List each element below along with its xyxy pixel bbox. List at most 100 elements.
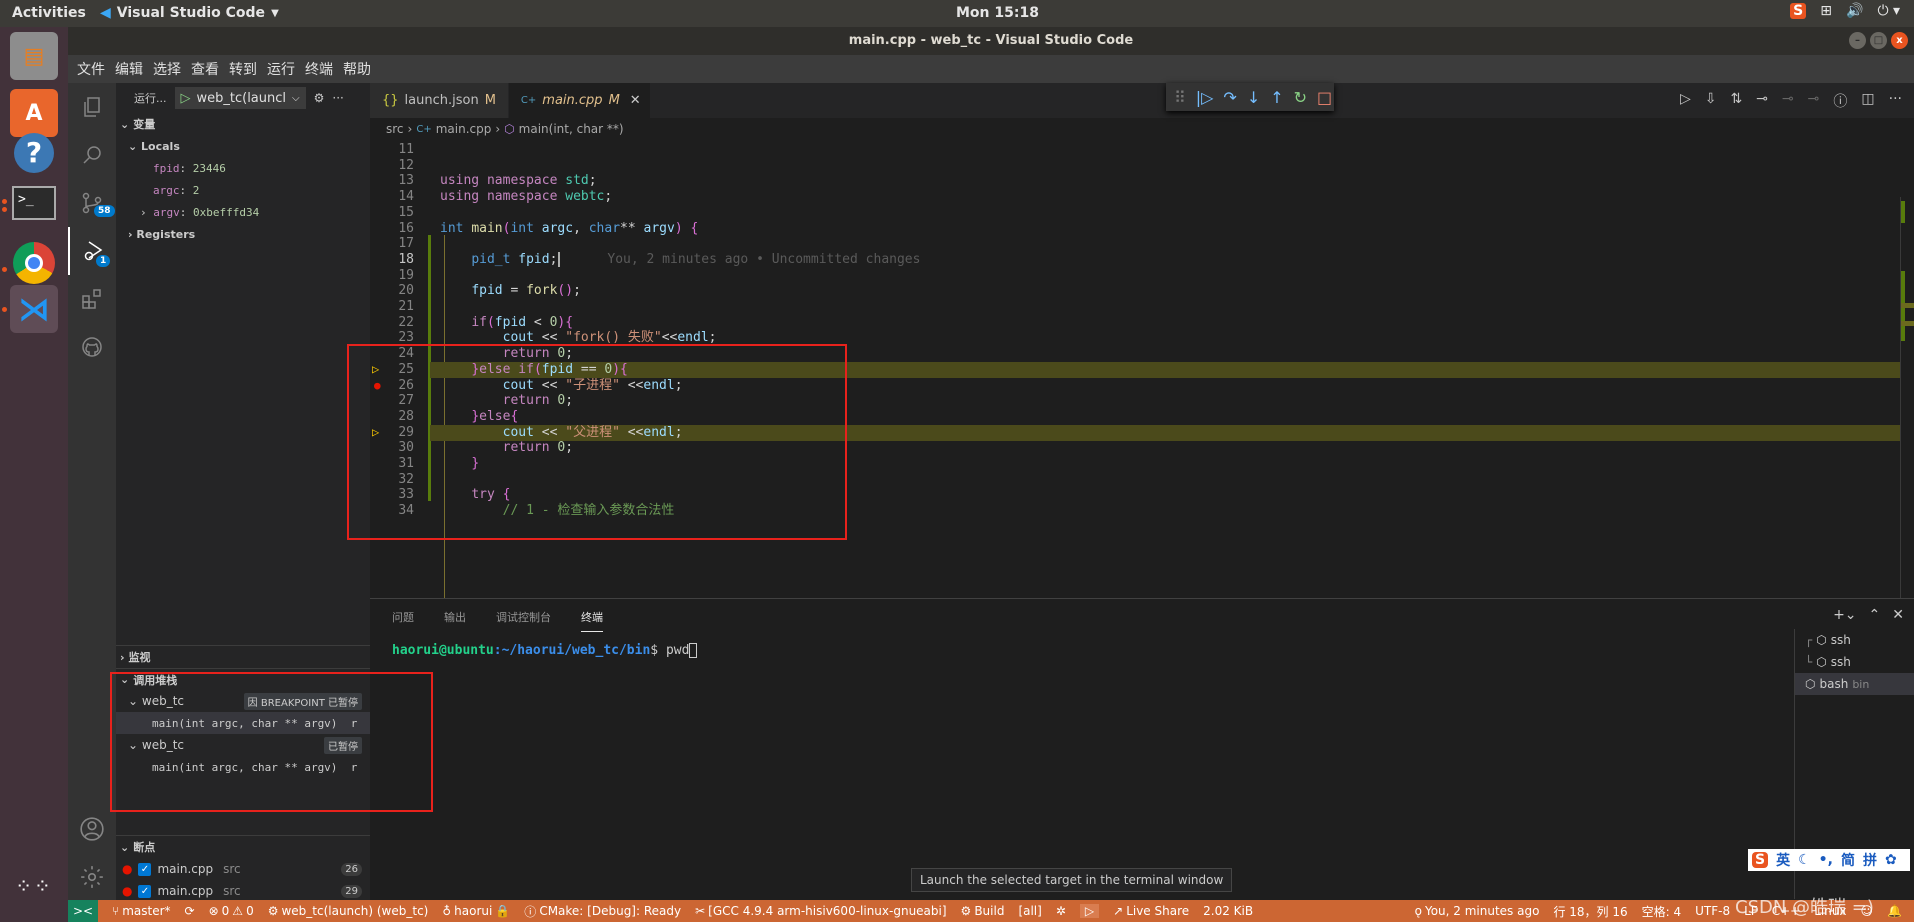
drag-handle[interactable]: ⠿ xyxy=(1174,88,1186,107)
build-target-button[interactable]: [all] xyxy=(1018,904,1041,918)
github-icon[interactable] xyxy=(68,323,116,371)
search-icon[interactable] xyxy=(68,131,116,179)
moon-icon[interactable]: ☾ xyxy=(1798,852,1811,868)
sync-icon[interactable]: ⟳ xyxy=(185,904,195,918)
tab-launch-json[interactable]: {} launch.json M xyxy=(370,83,509,118)
variable-row[interactable]: › argv: 0xbefffd34 xyxy=(116,201,370,223)
registers-scope[interactable]: › Registers xyxy=(116,223,370,245)
continue-icon[interactable]: |▷ xyxy=(1196,88,1214,107)
ime-language[interactable]: 英 xyxy=(1776,850,1790,870)
run-debug-icon[interactable]: 1 xyxy=(68,227,116,275)
variable-row[interactable]: argc: 2 xyxy=(116,179,370,201)
source-control-icon[interactable]: 58 xyxy=(68,179,116,227)
vscode-app-icon[interactable]: ⋊ xyxy=(10,285,58,333)
close-window-button[interactable]: x xyxy=(1891,32,1908,49)
manage-gear-icon[interactable] xyxy=(68,853,116,901)
tab-output[interactable]: 输出 xyxy=(444,609,466,625)
debug-target-status[interactable]: ⚙ web_tc(launch) (web_tc) xyxy=(268,904,429,918)
close-panel-icon[interactable]: ✕ xyxy=(1892,607,1904,623)
ime-pinyin[interactable]: 拼 xyxy=(1863,850,1877,870)
power-icon[interactable]: ⏻ ▾ xyxy=(1877,3,1900,19)
breadcrumb-symbol[interactable]: main(int, char **) xyxy=(519,122,624,136)
indentation[interactable]: 空格: 4 xyxy=(1642,903,1682,920)
problems-status[interactable]: ⊗ 0 ⚠ 0 xyxy=(209,904,254,918)
start-debug-icon[interactable]: ▷ xyxy=(181,91,191,106)
breakpoint-checkbox[interactable]: ✓ xyxy=(138,862,152,876)
restart-icon[interactable]: ↻ xyxy=(1294,88,1307,107)
tab-problems[interactable]: 问题 xyxy=(392,609,414,625)
punctuation-icon[interactable]: •, xyxy=(1819,852,1833,868)
stop-icon[interactable]: □ xyxy=(1317,88,1332,107)
activities-button[interactable]: Activities xyxy=(12,5,86,21)
launch-target-play-icon[interactable]: ▷ xyxy=(1079,904,1100,918)
chrome-app-icon[interactable] xyxy=(10,239,58,287)
encoding[interactable]: UTF-8 xyxy=(1695,904,1730,918)
clock[interactable]: Mon 15:18 xyxy=(956,5,1039,21)
notifications-bell-icon[interactable]: 🔔 xyxy=(1887,904,1902,918)
volume-icon[interactable]: 🔊 xyxy=(1846,3,1863,19)
maximize-panel-icon[interactable]: ⌃ xyxy=(1869,607,1881,623)
show-applications-icon[interactable]: ⁘⁘ xyxy=(10,862,58,910)
breadcrumb-folder[interactable]: src xyxy=(386,122,404,136)
maximize-button[interactable]: □ xyxy=(1870,32,1887,49)
terminal-item[interactable]: ┌ ⬡ ssh xyxy=(1795,629,1914,651)
ime-simplified[interactable]: 简 xyxy=(1841,850,1855,870)
terminal-app-icon[interactable]: >_ xyxy=(10,179,58,227)
menu-run[interactable]: 运行 xyxy=(267,59,295,79)
more-actions-icon[interactable]: ··· xyxy=(332,91,343,105)
menu-selection[interactable]: 选择 xyxy=(153,59,181,79)
branch-status[interactable]: ⑂ master* xyxy=(112,904,171,918)
menu-help[interactable]: 帮助 xyxy=(343,59,371,79)
build-button[interactable]: ⚙ Build xyxy=(961,904,1005,918)
breakpoint-checkbox[interactable]: ✓ xyxy=(138,884,152,898)
ime-settings-icon[interactable]: ✿ xyxy=(1885,852,1897,868)
account-icon[interactable] xyxy=(68,805,116,853)
minimize-button[interactable]: – xyxy=(1849,32,1866,49)
debug-bug-icon[interactable]: ✲ xyxy=(1056,904,1066,918)
network-icon[interactable]: ⊞ xyxy=(1820,3,1832,19)
terminal-item[interactable]: └ ⬡ ssh xyxy=(1795,651,1914,673)
watch-section-header[interactable]: › 监视 xyxy=(116,646,370,668)
cursor-position[interactable]: 行 18，列 16 xyxy=(1553,903,1627,920)
new-terminal-icon[interactable]: +⌄ xyxy=(1833,607,1856,623)
settings-gear-icon[interactable]: ⚙ xyxy=(314,91,325,105)
terminal-output[interactable]: haorui@ubuntu:~/haorui/web_tc/bin$ pwd xyxy=(392,643,698,658)
extensions-icon[interactable] xyxy=(68,275,116,323)
breadcrumb-file[interactable]: main.cpp xyxy=(436,122,492,136)
variables-section-header[interactable]: ⌄ 变量 xyxy=(116,113,370,135)
menu-edit[interactable]: 编辑 xyxy=(115,59,143,79)
git-blame-status[interactable]: ǫ You, 2 minutes ago xyxy=(1415,904,1540,918)
files-app-icon[interactable]: ▤ xyxy=(10,32,58,80)
split-editor-icon[interactable]: ◫ xyxy=(1861,91,1874,111)
breakpoint-item[interactable]: ● ✓ main.cpp src 26 xyxy=(116,858,370,880)
step-over-icon[interactable]: ↷ xyxy=(1223,88,1236,107)
locals-scope[interactable]: ⌄ Locals xyxy=(116,135,370,157)
overview-ruler[interactable] xyxy=(1900,197,1914,598)
live-share-status[interactable]: ↗ Live Share xyxy=(1113,904,1189,918)
menu-view[interactable]: 查看 xyxy=(191,59,219,79)
variable-row[interactable]: fpid: 23446 xyxy=(116,157,370,179)
explorer-icon[interactable] xyxy=(68,83,116,131)
sogou-icon[interactable]: S xyxy=(1790,3,1807,19)
step-into-icon[interactable]: ↓ xyxy=(1247,88,1260,107)
kit-status[interactable]: ✂ [GCC 4.9.4 arm-hisiv600-linux-gnueabi] xyxy=(695,904,946,918)
step-out-icon[interactable]: ↑ xyxy=(1270,88,1283,107)
commit-icon[interactable]: ⊸ xyxy=(1782,91,1794,111)
more-actions-icon[interactable]: ··· xyxy=(1889,91,1902,111)
menu-go[interactable]: 转到 xyxy=(229,59,257,79)
terminal-item[interactable]: ⬡ bash bin xyxy=(1795,673,1914,695)
tab-terminal[interactable]: 终端 xyxy=(581,609,603,632)
download-icon[interactable]: ⇩ xyxy=(1705,91,1717,111)
compare-changes-icon[interactable]: ⇅ xyxy=(1730,91,1742,111)
user-status[interactable]: ♁ haorui 🔒 xyxy=(442,904,510,918)
breakpoints-section-header[interactable]: ⌄ 断点 xyxy=(116,836,370,858)
cmake-status[interactable]: ⓘ CMake: [Debug]: Ready xyxy=(524,903,681,920)
app-menu[interactable]: ◀ Visual Studio Code ▼ xyxy=(100,5,279,21)
close-tab-icon[interactable]: ✕ xyxy=(630,93,641,108)
timeline-icon[interactable]: ⓘ xyxy=(1833,91,1847,111)
menu-terminal[interactable]: 终端 xyxy=(305,59,333,79)
run-icon[interactable]: ▷ xyxy=(1680,91,1691,111)
tab-main-cpp[interactable]: C+ main.cpp M ✕ xyxy=(508,83,651,118)
help-icon[interactable]: ? xyxy=(10,129,58,177)
debug-config-select[interactable]: ▷ web_tc(launcl ⌵ xyxy=(174,87,306,109)
